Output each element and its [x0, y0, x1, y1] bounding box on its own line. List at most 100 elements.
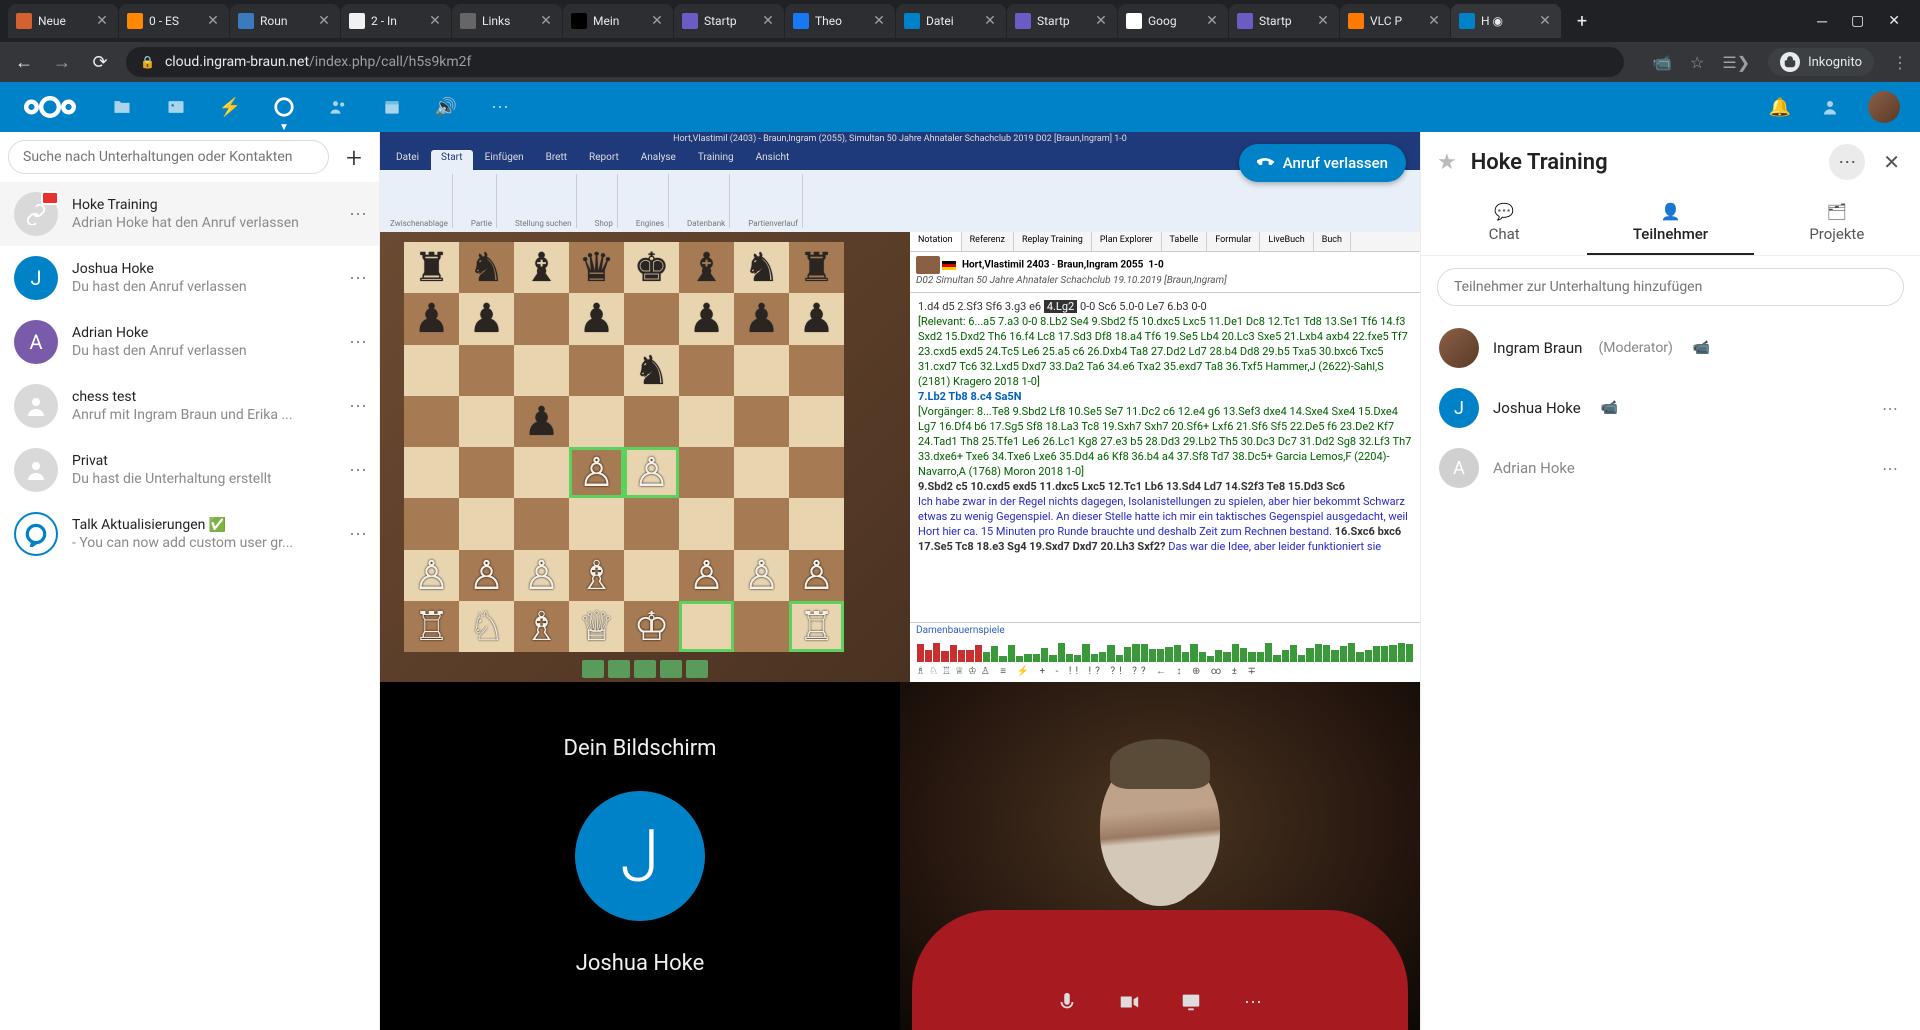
nav-reload[interactable]: ⟳ [88, 50, 112, 74]
favorite-star-icon[interactable]: ★ [1437, 150, 1457, 175]
screenshare-button[interactable] [1171, 982, 1211, 1022]
conversation-item[interactable]: Talk Aktualisierungen ✅ - You can now ad… [0, 502, 379, 566]
video-tile-webcam[interactable]: ⋯ [900, 682, 1420, 1030]
nextcloud-logo[interactable] [20, 92, 80, 122]
tab-close-icon[interactable]: ✕ [427, 13, 443, 29]
window-maximize[interactable]: ▢ [1851, 13, 1864, 30]
add-participant-input[interactable] [1437, 268, 1904, 306]
participant-item[interactable]: Ingram Braun (Moderator) 📹 [1429, 318, 1912, 378]
conversation-item[interactable]: chess test Anruf mit Ingram Braun und Er… [0, 374, 379, 438]
tab-close-icon[interactable]: ✕ [94, 13, 110, 29]
notation-tab[interactable]: Plan Explorer [1092, 232, 1162, 251]
mute-button[interactable] [1047, 982, 1087, 1022]
url-field[interactable]: 🔒 cloud.ingram-braun.net/index.php/call/… [126, 47, 1624, 77]
new-conversation-button[interactable]: + [337, 140, 371, 174]
conversation-item[interactable]: A Adrian Hoke Du hast den Anruf verlasse… [0, 310, 379, 374]
sidebar-tab-teilnehmer[interactable]: 👤Teilnehmer [1587, 192, 1753, 255]
window-minimize[interactable]: ─ [1817, 13, 1827, 30]
notifications-icon[interactable]: 🔔 [1768, 95, 1792, 119]
tab-close-icon[interactable]: ✕ [982, 13, 998, 29]
ribbon-tab[interactable]: Einfügen [475, 150, 534, 170]
files-icon[interactable] [110, 95, 134, 119]
notation-tab[interactable]: Tabelle [1162, 232, 1208, 251]
conversation-more-icon[interactable]: ⋯ [345, 264, 371, 293]
tab-close-icon[interactable]: ✕ [871, 13, 887, 29]
notation-tab[interactable]: Referenz [962, 232, 1014, 251]
browser-tab[interactable]: Startp ✕ [1007, 4, 1117, 38]
ribbon-tab[interactable]: Ansicht [746, 150, 800, 170]
ribbon-tab[interactable]: Training [688, 150, 744, 170]
more-apps-icon[interactable]: ⋯ [488, 95, 512, 119]
conversation-item[interactable]: Hoke Training Adrian Hoke hat den Anruf … [0, 182, 379, 246]
browser-tab[interactable]: Goog ✕ [1118, 4, 1228, 38]
sidebar-tab-chat[interactable]: 💬Chat [1421, 192, 1587, 255]
chess-nav-first[interactable] [582, 660, 604, 678]
reading-list-icon[interactable]: ☰❯ [1722, 53, 1750, 72]
chess-nav-next[interactable] [660, 660, 682, 678]
chess-nav-play[interactable] [634, 660, 656, 678]
tab-close-icon[interactable]: ✕ [538, 13, 554, 29]
participant-more-icon[interactable]: ⋯ [1878, 395, 1902, 422]
sidebar-tab-projekte[interactable]: 🗂Projekte [1754, 192, 1920, 255]
tab-close-icon[interactable]: ✕ [1537, 13, 1553, 29]
tab-close-icon[interactable]: ✕ [1093, 13, 1109, 29]
tab-close-icon[interactable]: ✕ [760, 13, 776, 29]
browser-tab[interactable]: H ◉ ✕ [1451, 4, 1561, 38]
notation-moves[interactable]: 1.d4 d5 2.Sf3 Sf6 3.g3 e6 4.Lg2 0-0 Sc6 … [910, 293, 1420, 622]
browser-tab[interactable]: Neue ✕ [8, 4, 118, 38]
notation-tab[interactable]: Replay Training [1014, 232, 1092, 251]
chess-nav-last[interactable] [686, 660, 708, 678]
ribbon-tab[interactable]: Brett [536, 150, 577, 170]
tab-close-icon[interactable]: ✕ [316, 13, 332, 29]
conversation-menu-button[interactable]: ⋯ [1829, 144, 1865, 180]
chess-nav-prev[interactable] [608, 660, 630, 678]
tab-close-icon[interactable]: ✕ [205, 13, 221, 29]
browser-tab[interactable]: Mein ✕ [563, 4, 673, 38]
conversation-more-icon[interactable]: ⋯ [345, 520, 371, 549]
browser-menu-icon[interactable]: ⋮ [1892, 53, 1908, 72]
browser-tab[interactable]: Theo ✕ [785, 4, 895, 38]
calendar-icon[interactable] [380, 95, 404, 119]
ribbon-tab[interactable]: Datei [386, 150, 429, 170]
browser-tab[interactable]: 0 - ES ✕ [119, 4, 229, 38]
user-avatar[interactable] [1868, 91, 1900, 123]
notation-tab[interactable]: LiveBuch [1260, 232, 1313, 251]
browser-tab[interactable]: Roun ✕ [230, 4, 340, 38]
bookmark-star-icon[interactable]: ☆ [1690, 53, 1704, 72]
camera-icon[interactable]: 📹 [1652, 53, 1672, 72]
contacts-icon[interactable] [326, 95, 350, 119]
conversation-item[interactable]: J Joshua Hoke Du hast den Anruf verlasse… [0, 246, 379, 310]
nav-back[interactable]: ← [12, 50, 36, 74]
search-input[interactable] [8, 140, 329, 174]
tab-close-icon[interactable]: ✕ [649, 13, 665, 29]
conversation-more-icon[interactable]: ⋯ [345, 456, 371, 485]
video-button[interactable] [1109, 982, 1149, 1022]
notation-tab[interactable]: Buch [1314, 232, 1351, 251]
browser-tab[interactable]: Startp ✕ [1229, 4, 1339, 38]
gallery-icon[interactable] [164, 95, 188, 119]
activity-icon[interactable]: ⚡ [218, 95, 242, 119]
browser-tab[interactable]: 2 - In ✕ [341, 4, 451, 38]
browser-tab[interactable]: VLC P ✕ [1340, 4, 1450, 38]
browser-tab[interactable]: Datei ✕ [896, 4, 1006, 38]
conversation-item[interactable]: Privat Du hast die Unterhaltung erstellt… [0, 438, 379, 502]
nav-forward[interactable]: → [50, 50, 74, 74]
notation-tab[interactable]: Formular [1207, 232, 1260, 251]
window-close[interactable]: ✕ [1888, 13, 1900, 30]
tab-close-icon[interactable]: ✕ [1204, 13, 1220, 29]
ribbon-tab[interactable]: Start [431, 150, 473, 170]
new-tab-button[interactable]: + [1568, 7, 1596, 35]
browser-tab[interactable]: Links ✕ [452, 4, 562, 38]
contacts-menu-icon[interactable] [1818, 95, 1842, 119]
notation-tab[interactable]: Notation [910, 232, 962, 251]
conversation-more-icon[interactable]: ⋯ [345, 328, 371, 357]
tab-close-icon[interactable]: ✕ [1315, 13, 1331, 29]
leave-call-button[interactable]: Anruf verlassen [1239, 144, 1406, 182]
browser-tab[interactable]: Startp ✕ [674, 4, 784, 38]
ribbon-tab[interactable]: Report [579, 150, 629, 170]
call-more-button[interactable]: ⋯ [1233, 982, 1273, 1022]
talk-icon[interactable]: ▼ [272, 95, 296, 119]
participant-more-icon[interactable]: ⋯ [1878, 455, 1902, 482]
sidebar-close-button[interactable]: ✕ [1879, 146, 1904, 178]
tab-close-icon[interactable]: ✕ [1426, 13, 1442, 29]
